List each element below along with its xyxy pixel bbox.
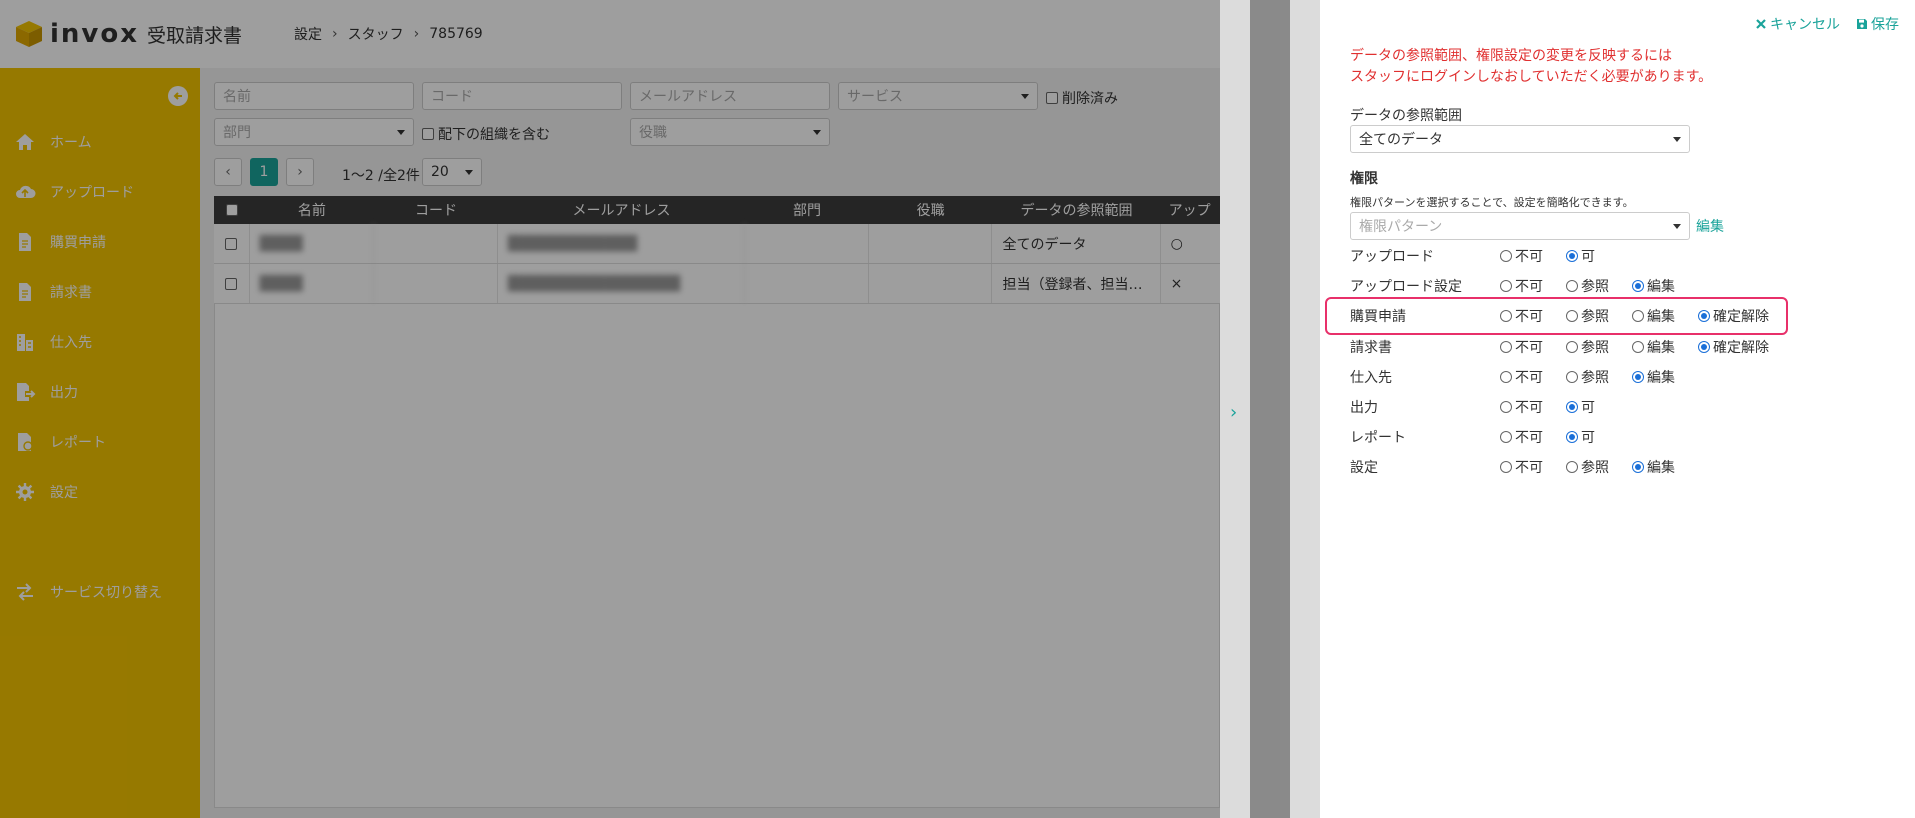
permission-radio-option[interactable]: 参照 [1566,276,1609,296]
modal-backdrop[interactable] [0,0,1220,818]
permission-name: 出力 [1350,400,1378,416]
permission-radio-option[interactable]: 編集 [1632,457,1675,477]
permission-pattern-select[interactable]: 権限パターン [1350,212,1690,240]
radio-label: 参照 [1581,369,1609,386]
cancel-button[interactable]: キャンセル [1755,14,1840,34]
radio-button[interactable] [1566,401,1578,413]
radio-button[interactable] [1632,370,1644,383]
permission-row: レポート 不可 可 [1350,425,1800,449]
permission-radio-option[interactable]: 不可 [1500,367,1543,387]
radio-button[interactable] [1632,280,1644,293]
permission-row: アップロード 不可 可 [1350,244,1800,268]
permission-radio-option[interactable]: 編集 [1632,337,1675,357]
notice-line: スタッフにログインしなおしていただく必要があります。 [1350,69,1713,85]
scope-select[interactable]: 全てのデータ [1350,125,1690,153]
radio-label: 確定解除 [1713,339,1769,356]
radio-label: 可 [1581,400,1595,416]
radio-label: 可 [1581,430,1595,447]
permission-radio-option[interactable]: 不可 [1500,337,1543,357]
radio-button[interactable] [1566,250,1578,262]
radio-button[interactable] [1500,401,1512,413]
permission-edit-panel: キャンセル 保存 データの参照範囲、権限設定の変更を反映するには スタッフにログ… [1320,0,1915,818]
radio-label: 参照 [1581,279,1609,296]
permission-name: 設定 [1350,460,1378,477]
permission-radio-option[interactable]: 参照 [1566,367,1609,387]
highlight-box [1325,297,1788,335]
radio-button[interactable] [1500,461,1512,474]
permission-radio-option[interactable]: 確定解除 [1698,337,1769,357]
radio-label: 編集 [1647,369,1675,386]
panel-actions: キャンセル 保存 [1739,14,1899,34]
radio-label: 不可 [1515,460,1543,477]
radio-label: 参照 [1581,460,1609,477]
permission-radio-option[interactable]: 参照 [1566,457,1609,477]
permission-radio-option[interactable]: 可 [1566,427,1595,447]
radio-label: 参照 [1581,339,1609,356]
placeholder-text: 権限パターン [1359,219,1443,235]
radio-button[interactable] [1500,431,1512,444]
radio-label: 不可 [1515,339,1543,356]
permission-name: 請求書 [1350,339,1392,356]
notice-line: データの参照範囲、権限設定の変更を反映するには [1350,48,1672,64]
scope-label: データの参照範囲 [1350,108,1462,124]
radio-label: 不可 [1515,369,1543,386]
radio-button[interactable] [1500,340,1512,353]
radio-button[interactable] [1566,340,1578,353]
cancel-label: キャンセル [1770,17,1840,33]
permission-row: アップロード設定 不可 参照 編集 [1350,274,1800,298]
radio-button[interactable] [1698,340,1710,353]
radio-label: 編集 [1647,339,1675,356]
permission-radio-option[interactable]: 不可 [1500,457,1543,477]
radio-button[interactable] [1500,280,1512,293]
panel-edge-strip [1290,0,1320,818]
permission-name: アップロード設定 [1350,279,1462,296]
radio-button[interactable] [1566,431,1578,444]
permission-row: 出力 不可 可 [1350,395,1800,419]
permissions-heading: 権限 [1350,171,1378,187]
permission-name: アップロード [1350,249,1434,265]
permission-row: 設定 不可 参照 編集 [1350,455,1800,479]
permission-name: レポート [1350,430,1406,447]
radio-button[interactable] [1566,461,1578,474]
scope-value: 全てのデータ [1359,132,1443,148]
permission-radio-option[interactable]: 不可 [1500,276,1543,296]
save-label: 保存 [1871,17,1899,33]
radio-button[interactable] [1566,280,1578,293]
caret-down-icon [1673,224,1681,229]
edit-pattern-link[interactable]: 編集 [1696,216,1724,236]
permission-radio-option[interactable]: 可 [1566,397,1595,417]
permission-radio-option[interactable]: 不可 [1500,246,1543,266]
radio-label: 編集 [1647,279,1675,296]
radio-button[interactable] [1632,340,1644,353]
radio-button[interactable] [1566,370,1578,383]
caret-down-icon [1673,137,1681,142]
radio-label: 不可 [1515,279,1543,296]
relogin-notice: データの参照範囲、権限設定の変更を反映するには スタッフにログインしなおしていた… [1350,46,1712,88]
radio-button[interactable] [1500,250,1512,262]
permission-radio-option[interactable]: 可 [1566,246,1595,266]
permission-row: 仕入先 不可 参照 編集 [1350,365,1800,389]
save-button[interactable]: 保存 [1856,14,1899,34]
radio-label: 可 [1581,249,1595,265]
radio-label: 編集 [1647,460,1675,477]
close-icon [1756,19,1766,29]
permission-radio-option[interactable]: 編集 [1632,276,1675,296]
permission-radio-option[interactable]: 参照 [1566,337,1609,357]
radio-label: 不可 [1515,400,1543,416]
permission-radio-option[interactable]: 不可 [1500,397,1543,417]
radio-label: 不可 [1515,249,1543,265]
chevron-right-icon[interactable]: › [1230,402,1237,423]
radio-label: 不可 [1515,430,1543,447]
permission-name: 仕入先 [1350,369,1392,386]
floppy-disk-icon [1857,19,1867,29]
radio-button[interactable] [1632,461,1644,474]
permission-radio-option[interactable]: 不可 [1500,427,1543,447]
permission-row: 請求書 不可 参照 編集 確定解除 [1350,335,1800,359]
radio-button[interactable] [1500,370,1512,383]
permissions-hint: 権限パターンを選択することで、設定を簡略化できます。 [1350,196,1634,209]
permission-radio-option[interactable]: 編集 [1632,367,1675,387]
